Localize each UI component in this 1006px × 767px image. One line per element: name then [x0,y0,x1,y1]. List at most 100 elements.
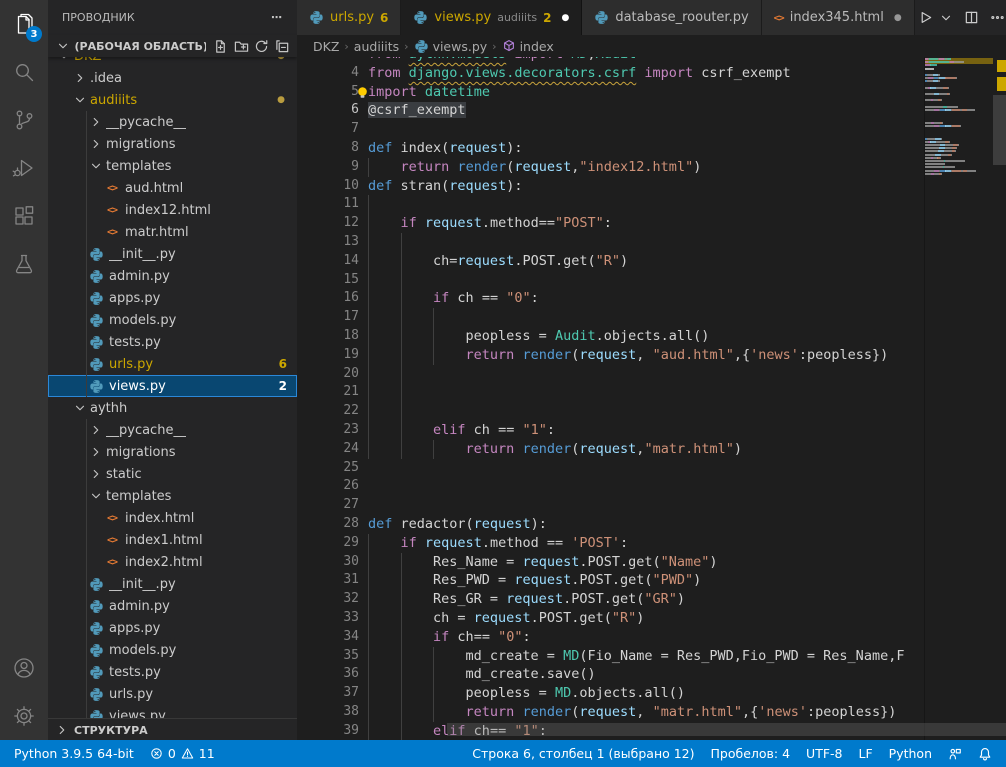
indentation-status[interactable]: Пробелов: 4 [703,746,799,761]
line-number[interactable]: 34 [297,628,359,647]
breadcrumb-item-views.py[interactable]: views.py [414,39,488,54]
tree-file-views.py[interactable]: views.py2 [48,375,297,397]
code-line[interactable]: Res_PWD = request.POST.get("PWD") [368,571,925,590]
line-number[interactable]: 27 [297,496,359,515]
cursor-position-status[interactable]: Строка 6, столбец 1 (выбрано 12) [464,746,702,761]
code-line[interactable] [368,120,925,139]
line-number[interactable]: 6 [297,101,359,120]
tree-folder-DKZ[interactable]: DKZ● [48,57,297,67]
line-number[interactable]: 10 [297,177,359,196]
activity-bar-item-extensions[interactable] [0,192,48,240]
lightbulb-icon[interactable] [355,85,370,100]
line-number[interactable]: 33 [297,609,359,628]
line-number[interactable]: 32 [297,590,359,609]
horizontal-scrollbar-thumb[interactable] [447,723,1006,736]
code-line[interactable] [368,459,925,478]
tree-file-admin.py[interactable]: admin.py [48,265,297,287]
tree-file-__init__.py[interactable]: __init__.py [48,573,297,595]
tree-folder-aythh[interactable]: aythh [48,397,297,419]
feedback-icon[interactable] [940,747,970,761]
tree-file-tests.py[interactable]: tests.py [48,331,297,353]
code-line[interactable]: def stran(request): [368,177,925,196]
code-line[interactable]: peopless = Audit.objects.all() [368,327,925,346]
breadcrumb-item-audiiits[interactable]: audiiits [354,39,399,54]
split-editor-icon[interactable] [961,7,983,29]
code-line[interactable] [368,233,925,252]
line-number[interactable]: 7 [297,120,359,139]
line-number[interactable]: 18 [297,327,359,346]
code-line[interactable]: Res_GR = request.POST.get("GR") [368,590,925,609]
code-line[interactable]: if request.method=="POST": [368,214,925,233]
notifications-bell-icon[interactable] [970,747,1000,761]
tree-file-__init__.py[interactable]: __init__.py [48,243,297,265]
line-number[interactable]: 31 [297,571,359,590]
tree-file-apps.py[interactable]: apps.py [48,617,297,639]
line-number[interactable]: 5 [297,83,359,102]
code-line[interactable]: return render(request,"matr.html") [368,440,925,459]
code-line[interactable]: Res_Name = request.POST.get("Name") [368,553,925,572]
line-number[interactable]: 20 [297,365,359,384]
tree-folder-migrations[interactable]: migrations [48,133,297,155]
code-editor[interactable]: 3456789101112131415161718192021222324252… [297,57,1006,740]
line-number[interactable]: 28 [297,515,359,534]
line-number[interactable]: 26 [297,477,359,496]
tree-file-index12.html[interactable]: <>index12.html [48,199,297,221]
line-number[interactable]: 29 [297,534,359,553]
code-line[interactable]: if request.method == 'POST': [368,534,925,553]
line-number[interactable]: 25 [297,459,359,478]
tree-folder-__pycache__[interactable]: __pycache__ [48,111,297,133]
activity-bar-item-source-control[interactable] [0,96,48,144]
line-number[interactable]: 23 [297,421,359,440]
activity-bar-item-settings[interactable] [0,692,48,740]
collapse-all-icon[interactable] [273,36,291,56]
tree-folder-templates[interactable]: templates [48,155,297,177]
play-icon[interactable] [915,7,937,29]
code-line[interactable] [368,402,925,421]
code-line[interactable]: ch=request.POST.get("R") [368,252,925,271]
tab-index345.html[interactable]: <>index345.html● [762,0,915,35]
line-number[interactable]: 30 [297,553,359,572]
tree-folder-audiiits[interactable]: audiiits● [48,89,297,111]
tab-urls.py[interactable]: urls.py6 [297,0,401,35]
code-line[interactable]: return render(request, "matr.html",{'new… [368,703,925,722]
tree-file-models.py[interactable]: models.py [48,639,297,661]
encoding-status[interactable]: UTF-8 [798,746,850,761]
modified-dot-icon[interactable]: ● [894,13,902,23]
tree-folder-.idea[interactable]: .idea [48,67,297,89]
code-line[interactable]: if ch== "0": [368,628,925,647]
activity-bar-item-run-and-debug[interactable] [0,144,48,192]
code-line[interactable] [368,496,925,515]
tab-views.py[interactable]: views.pyaudiiits2● [401,0,582,35]
line-number[interactable]: 15 [297,271,359,290]
code-line[interactable]: import datetime [368,83,925,102]
activity-bar-item-search[interactable] [0,48,48,96]
code-line[interactable]: @csrf_exempt [368,101,925,120]
code-line[interactable]: def redactor(request): [368,515,925,534]
code-line[interactable]: if ch == "0": [368,289,925,308]
tree-file-matr.html[interactable]: <>matr.html [48,221,297,243]
line-number[interactable]: 38 [297,703,359,722]
line-number[interactable]: 16 [297,289,359,308]
explorer-more-actions-icon[interactable]: ⋯ [271,11,283,24]
line-number[interactable]: 4 [297,64,359,83]
tree-file-models.py[interactable]: models.py [48,309,297,331]
code-line[interactable]: from aythh.models import MD,Audit [368,57,925,64]
eol-status[interactable]: LF [851,746,881,761]
activity-bar-item-explorer[interactable]: 3 [0,0,48,48]
code-line[interactable]: return render(request,"index12.html") [368,158,925,177]
tree-folder-__pycache__[interactable]: __pycache__ [48,419,297,441]
tree-file-index1.html[interactable]: <>index1.html [48,529,297,551]
code-line[interactable]: from django.views.decorators.csrf import… [368,64,925,83]
code-line[interactable] [368,383,925,402]
activity-bar-item-testing[interactable] [0,240,48,288]
code-line[interactable]: md_create.save() [368,665,925,684]
more-icon[interactable] [987,7,1006,29]
code-line[interactable] [368,308,925,327]
workspace-section-header[interactable]: (РАБОЧАЯ ОБЛАСТЬ) ... [48,35,297,57]
line-number[interactable]: 19 [297,346,359,365]
code-line[interactable]: return render(request, "aud.html",{'news… [368,346,925,365]
line-number[interactable]: 14 [297,252,359,271]
tree-file-index.html[interactable]: <>index.html [48,507,297,529]
python-interpreter-status[interactable]: Python 3.9.5 64-bit [6,746,142,761]
code-area[interactable]: from aythh.models import MD,Auditfrom dj… [368,57,925,740]
